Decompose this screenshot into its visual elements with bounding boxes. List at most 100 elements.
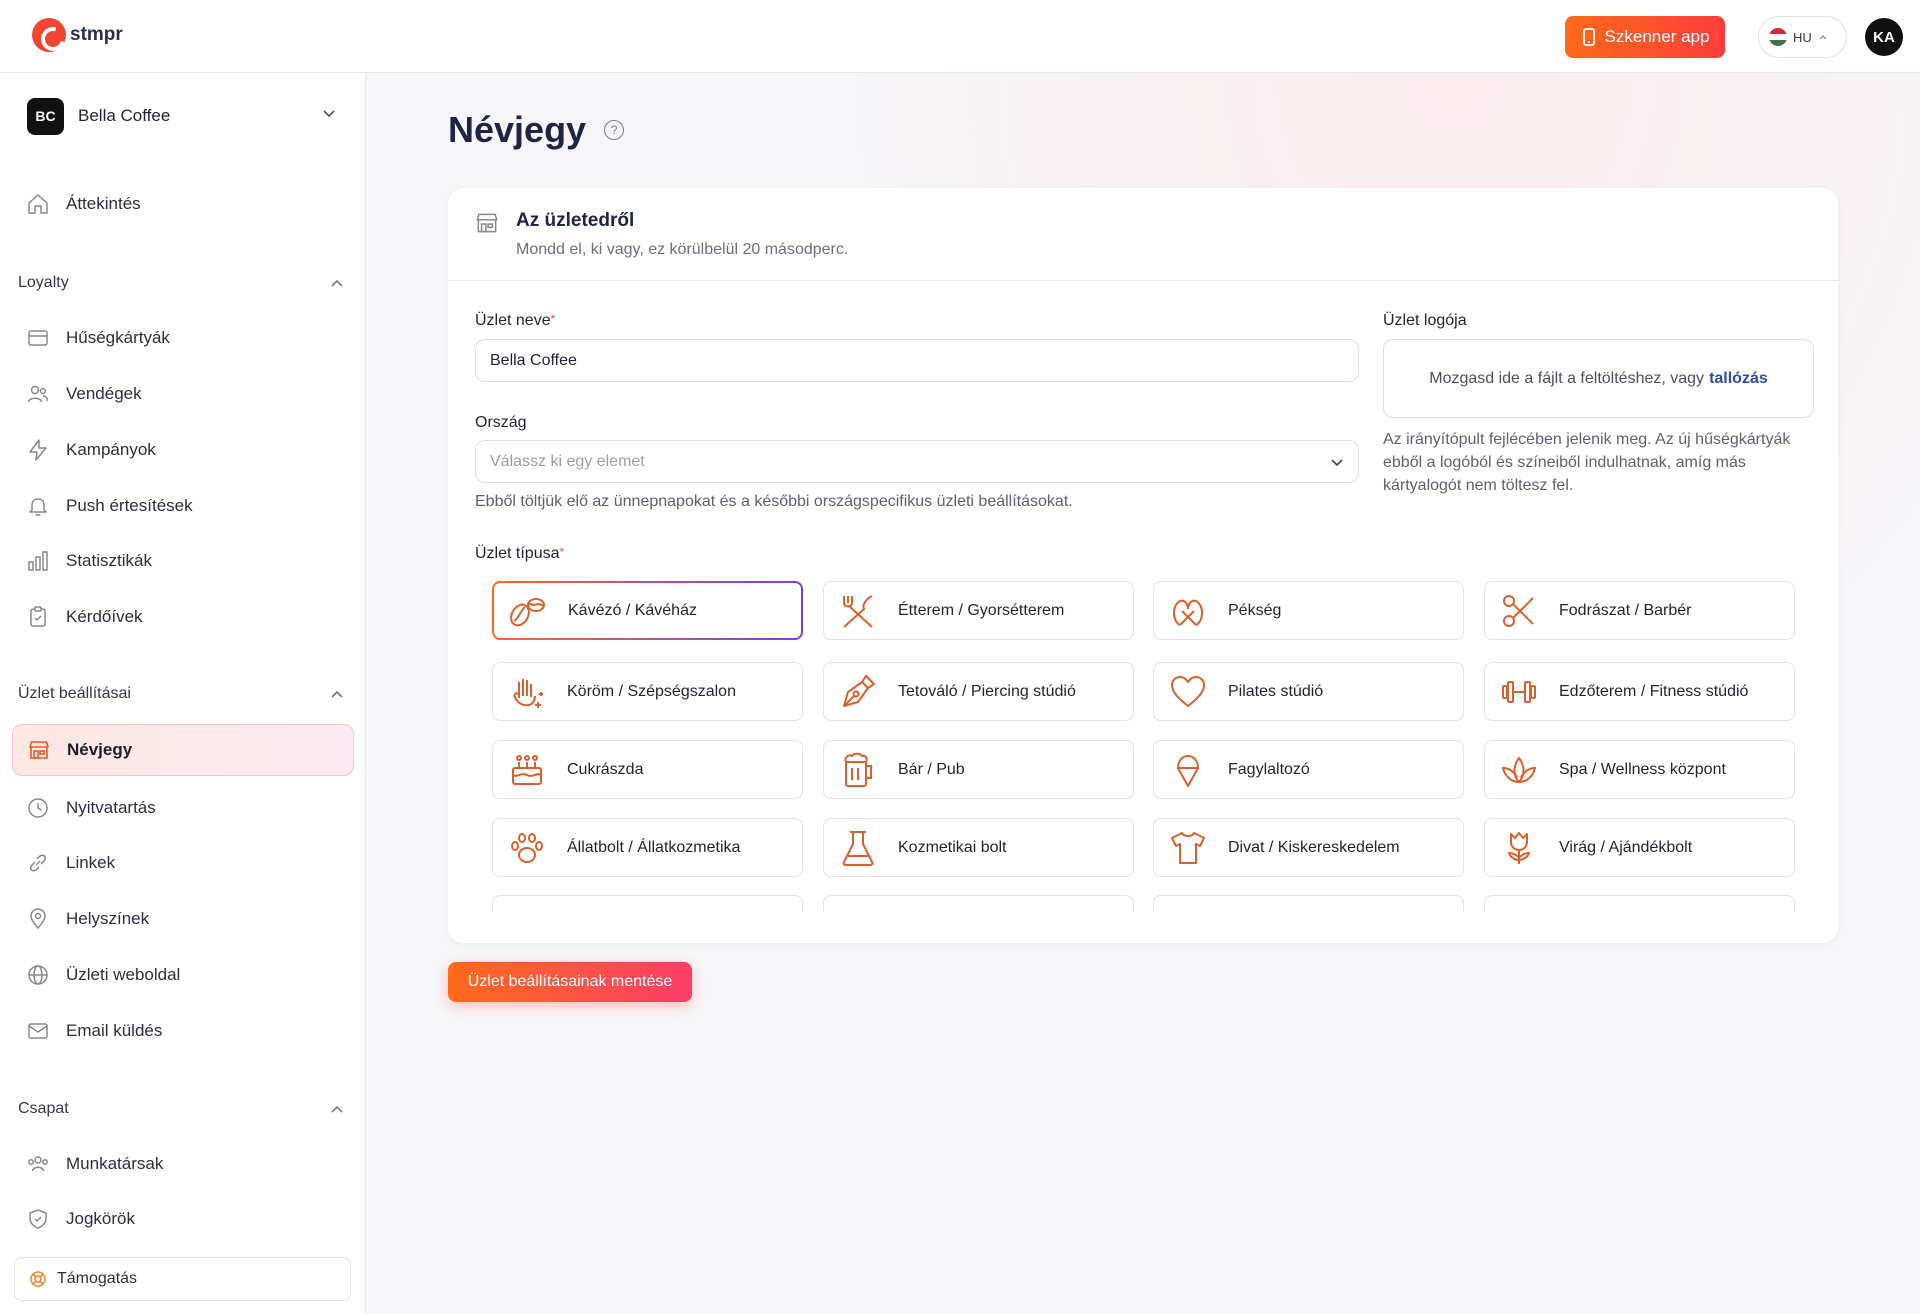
sidebar-item-label: Jogkörök: [66, 1209, 135, 1228]
business-type-restaurant[interactable]: Étterem / Gyorsétterem: [823, 581, 1134, 640]
business-type-label: Cukrászda: [567, 760, 644, 778]
sidebar-item-locations[interactable]: Helyszínek: [12, 894, 354, 944]
sidebar-item-loyalty-cards[interactable]: Hűségkártyák: [12, 313, 354, 363]
tulip-icon: [1499, 828, 1539, 868]
sidebar-item-label: Linkek: [66, 853, 116, 872]
logo-dropzone[interactable]: Mozgasd ide a fájlt a feltöltéshez, vagy…: [1383, 339, 1814, 418]
business-type-card[interactable]: [1484, 895, 1795, 911]
business-type-label: Edzőterem / Fitness stúdió: [1559, 682, 1749, 700]
business-type-hairdresser[interactable]: Fodrászat / Barbér: [1484, 581, 1795, 640]
chart-icon: [24, 547, 52, 575]
business-info-card: Az üzletedről Mondd el, ki vagy, ez körü…: [448, 188, 1838, 943]
business-type-pet-shop[interactable]: Állatbolt / Állatkozmetika: [492, 818, 803, 877]
scanner-app-button[interactable]: Szkenner app: [1565, 16, 1725, 58]
business-type-label: Bár / Pub: [898, 760, 965, 778]
business-type-card[interactable]: [823, 895, 1134, 911]
business-type-label: Divat / Kiskereskedelem: [1228, 838, 1400, 856]
business-type-card[interactable]: [1153, 895, 1464, 911]
language-selector[interactable]: HU: [1758, 16, 1847, 58]
logo-hint: Az irányítópult fejlécében jelenik meg. …: [1383, 431, 1791, 494]
business-type-label: Kávézó / Kávéház: [568, 601, 697, 619]
save-settings-button[interactable]: Üzlet beállításainak mentése: [448, 962, 692, 1002]
chevron-up-icon: [331, 1105, 343, 1113]
sidebar-item-label: Névjegy: [67, 740, 133, 759]
support-button[interactable]: Támogatás: [14, 1257, 351, 1301]
flask-icon: [838, 828, 878, 868]
business-type-ice-cream[interactable]: Fagylaltozó: [1153, 740, 1464, 799]
sidebar-item-website[interactable]: Üzleti weboldal: [12, 950, 354, 1000]
lotus-icon: [1499, 750, 1539, 790]
support-label: Támogatás: [57, 1270, 138, 1287]
business-type-cafe[interactable]: Kávézó / Kávéház: [492, 581, 803, 640]
bolt-icon: [24, 436, 52, 464]
dropzone-text: Mozgasd ide a fájlt a feltöltéshez, vagy: [1429, 369, 1705, 387]
sidebar-item-label: Statisztikák: [66, 551, 152, 570]
sidebar-item-label: Email küldés: [66, 1021, 163, 1040]
sidebar-item-opening-hours[interactable]: Nyitvatartás: [12, 783, 354, 833]
browse-link[interactable]: tallózás: [1709, 370, 1768, 388]
section-business-settings-label: Üzlet beállításai: [18, 685, 131, 702]
business-type-flowers[interactable]: Virág / Ajándékbolt: [1484, 818, 1795, 877]
sidebar-item-campaigns[interactable]: Kampányok: [12, 425, 354, 475]
business-type-label: Fodrászat / Barbér: [1559, 601, 1692, 619]
business-name-input[interactable]: Bella Coffee: [475, 339, 1359, 382]
chevron-down-icon: [1331, 459, 1343, 467]
user-avatar[interactable]: KA: [1865, 18, 1903, 56]
pretzel-icon: [1168, 591, 1208, 631]
sidebar-item-guests[interactable]: Vendégek: [12, 369, 354, 419]
section-loyalty[interactable]: Loyalty: [18, 274, 344, 292]
business-type-tattoo[interactable]: Tetováló / Piercing stúdió: [823, 662, 1134, 721]
sidebar-item-permissions[interactable]: Jogkörök: [12, 1194, 354, 1244]
chevron-up-icon: [331, 690, 343, 698]
paw-icon: [507, 828, 547, 868]
section-loyalty-label: Loyalty: [18, 274, 69, 291]
sidebar-item-surveys[interactable]: Kérdőívek: [12, 592, 354, 642]
logo-label: Üzlet logója: [1383, 312, 1467, 329]
business-type-label: Pilates stúdió: [1228, 682, 1324, 700]
sidebar-item-profile[interactable]: Névjegy: [12, 724, 354, 776]
sidebar-item-links[interactable]: Linkek: [12, 838, 354, 888]
sidebar-item-label: Hűségkártyák: [66, 328, 170, 347]
sidebar-item-push[interactable]: Push értesítések: [12, 481, 354, 531]
business-type-cosmetics[interactable]: Kozmetikai bolt: [823, 818, 1134, 877]
coffee-bean-icon: [508, 591, 548, 631]
section-business-settings[interactable]: Üzlet beállításai: [18, 685, 344, 703]
sidebar-item-statistics[interactable]: Statisztikák: [12, 536, 354, 586]
scanner-app-label: Szkenner app: [1604, 27, 1710, 46]
business-badge: BC: [27, 97, 64, 135]
sidebar-item-label: Munkatársak: [66, 1154, 164, 1173]
hand-sparkle-icon: [507, 672, 547, 712]
sidebar-item-colleagues[interactable]: Munkatársak: [12, 1139, 354, 1189]
heart-icon: [1168, 672, 1208, 712]
business-type-nails[interactable]: Köröm / Szépségszalon: [492, 662, 803, 721]
business-type-fashion[interactable]: Divat / Kiskereskedelem: [1153, 818, 1464, 877]
business-type-confectionery[interactable]: Cukrászda: [492, 740, 803, 799]
business-type-pilates[interactable]: Pilates stúdió: [1153, 662, 1464, 721]
help-icon[interactable]: ?: [604, 120, 625, 140]
app-logo[interactable]: stmpr: [32, 18, 123, 52]
logo-text: stmpr: [70, 24, 123, 45]
country-select[interactable]: Válassz ki egy elemet: [475, 440, 1359, 483]
logo-mark-icon: [32, 18, 66, 52]
ice-cream-icon: [1168, 750, 1208, 790]
business-type-label: Köröm / Szépségszalon: [567, 682, 736, 700]
sidebar-item-overview[interactable]: Áttekintés: [12, 179, 354, 229]
sidebar-item-email[interactable]: Email küldés: [12, 1006, 354, 1056]
card-subtitle: Mondd el, ki vagy, ez körülbelül 20 máso…: [516, 241, 849, 258]
sidebar-item-label: Kérdőívek: [66, 607, 143, 626]
business-type-label: Virág / Ajándékbolt: [1559, 838, 1693, 856]
business-type-gym[interactable]: Edzőterem / Fitness stúdió: [1484, 662, 1795, 721]
business-switcher[interactable]: BC Bella Coffee: [27, 95, 337, 137]
business-type-label: Pékség: [1228, 601, 1282, 619]
business-type-bakery[interactable]: Pékség: [1153, 581, 1464, 640]
business-type-card[interactable]: [492, 895, 803, 911]
sidebar: BC Bella Coffee Áttekintés Loyalty Hűség…: [0, 73, 366, 1314]
users-icon: [24, 380, 52, 408]
pin-icon: [24, 905, 52, 933]
business-type-bar[interactable]: Bár / Pub: [823, 740, 1134, 799]
business-type-spa[interactable]: Spa / Wellness központ: [1484, 740, 1795, 799]
bell-icon: [24, 492, 52, 520]
clipboard-icon: [24, 603, 52, 631]
section-team[interactable]: Csapat: [18, 1100, 344, 1118]
link-icon: [24, 849, 52, 877]
